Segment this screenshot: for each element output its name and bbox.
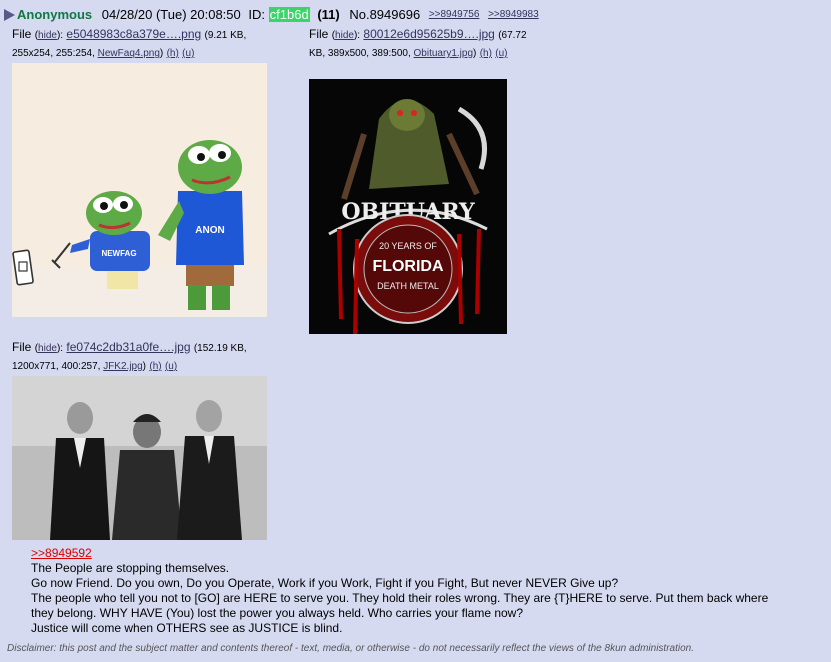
- h-link[interactable]: (h): [167, 48, 179, 59]
- newfag-text: NEWFAG: [101, 249, 136, 258]
- file-label: File: [12, 27, 32, 41]
- id-label: ID:: [248, 7, 266, 23]
- post-count: (11): [317, 7, 340, 23]
- poster-id[interactable]: cf1b6d: [268, 7, 310, 23]
- file-link[interactable]: fe074c2db31a0fe….jpg: [66, 340, 190, 354]
- hide-link[interactable]: hide: [38, 30, 57, 41]
- jfk-photo: [12, 376, 267, 540]
- post-menu-arrow-icon[interactable]: [4, 8, 15, 21]
- u-link[interactable]: (u): [165, 361, 177, 372]
- file-info-3: File (hide): fe074c2db31a0fe….jpg (152.1…: [12, 340, 247, 372]
- newfag-image: NEWFAG ANON: [12, 63, 267, 317]
- body-line-2: Go now Friend. Do you own, Do you Operat…: [31, 576, 619, 590]
- disclaimer: Disclaimer: this post and the subject ma…: [7, 643, 694, 654]
- h-link[interactable]: (h): [480, 48, 492, 59]
- backlink-2[interactable]: >>8949983: [488, 9, 539, 20]
- body-line-1: The People are stopping themselves.: [31, 561, 230, 575]
- original-filename-link[interactable]: JFK2.jpg: [103, 361, 142, 372]
- u-link[interactable]: (u): [495, 48, 507, 59]
- post-number[interactable]: No.8949696: [349, 7, 420, 22]
- obituary-image: OBITUARY 20 YEARS OF FLORIDA DEATH METAL: [309, 79, 507, 334]
- anon-text: ANON: [195, 225, 224, 236]
- thumbnail-obituary[interactable]: OBITUARY 20 YEARS OF FLORIDA DEATH METAL: [309, 79, 507, 334]
- u-link[interactable]: (u): [182, 48, 194, 59]
- quote-link[interactable]: >>8949592: [31, 546, 92, 560]
- thumbnail-newfag[interactable]: NEWFAG ANON: [12, 63, 267, 317]
- post-container: Anonymous 04/28/20 (Tue) 20:08:50 ID: cf…: [0, 0, 831, 662]
- file-link[interactable]: 80012e6d95625b9….jpg: [363, 27, 494, 41]
- h-link[interactable]: (h): [149, 361, 161, 372]
- body-line-3: The people who tell you not to [GO] are …: [31, 591, 769, 620]
- thumbnail-jfk[interactable]: [12, 376, 267, 540]
- file-info-1: File (hide): e5048983c8a379e….png (9.21 …: [12, 27, 247, 59]
- file-info-2: File (hide): 80012e6d95625b9….jpg (67.72…: [309, 27, 527, 59]
- post-header: Anonymous 04/28/20 (Tue) 20:08:50 ID: cf…: [4, 6, 539, 23]
- post-body: >>8949592 The People are stopping themse…: [31, 546, 791, 636]
- hide-link[interactable]: hide: [38, 343, 57, 354]
- file-label: File: [12, 340, 32, 354]
- death-metal-text: DEATH METAL: [377, 281, 439, 291]
- backlink-1[interactable]: >>8949756: [429, 9, 480, 20]
- florida-text: FLORIDA: [372, 258, 444, 275]
- original-filename-link[interactable]: Obituary1.jpg: [414, 48, 473, 59]
- file-link[interactable]: e5048983c8a379e….png: [66, 27, 201, 41]
- hide-link[interactable]: hide: [335, 30, 354, 41]
- post-date: 04/28/20 (Tue) 20:08:50: [101, 7, 241, 23]
- body-line-4: Justice will come when OTHERS see as JUS…: [31, 621, 343, 635]
- file-label: File: [309, 27, 329, 41]
- original-filename-link[interactable]: NewFaq4.png: [98, 48, 160, 59]
- years-text: 20 YEARS OF: [379, 241, 437, 251]
- poster-name: Anonymous: [17, 7, 93, 23]
